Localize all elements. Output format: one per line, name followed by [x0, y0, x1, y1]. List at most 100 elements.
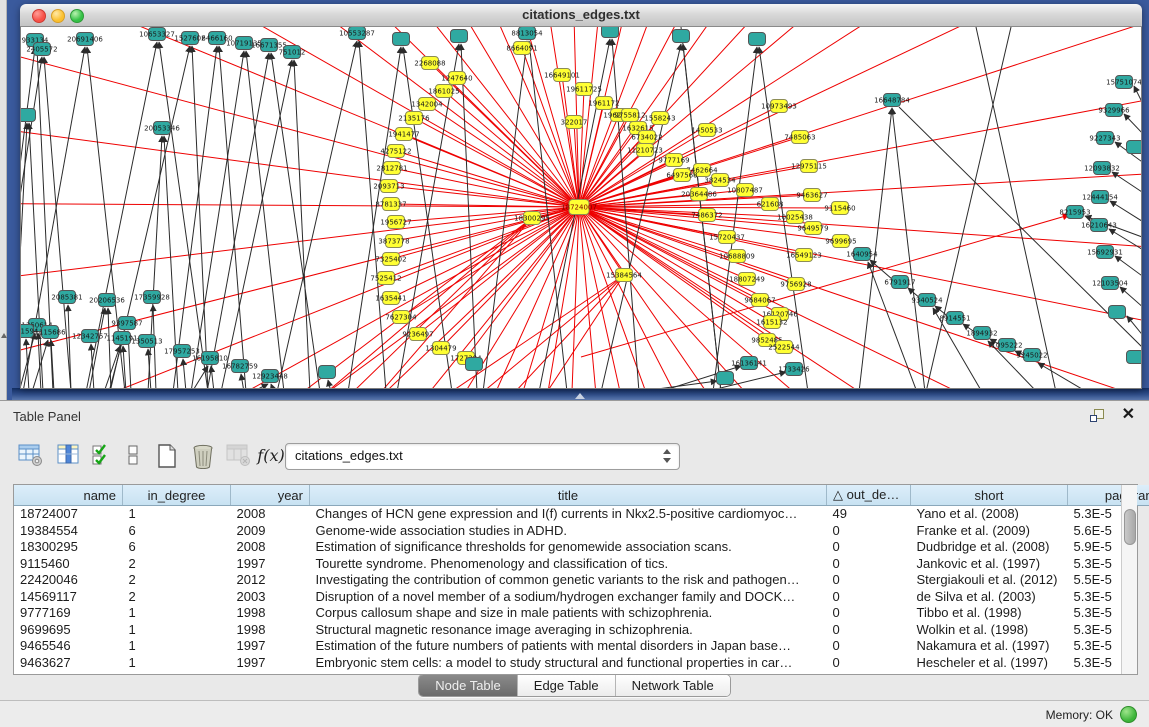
graph-node[interactable]	[21, 109, 36, 122]
table-row[interactable]: 969969511998Structural magnetic resonanc…	[14, 622, 1149, 639]
graph-node-label: 2405572	[26, 46, 57, 54]
graph-node[interactable]	[717, 372, 734, 385]
show-columns-button[interactable]	[54, 441, 84, 473]
graph-edge	[515, 275, 624, 388]
column-header-title[interactable]: title	[310, 485, 827, 506]
graph-node-label: 12444154	[1082, 194, 1118, 202]
graph-node[interactable]	[1127, 351, 1142, 364]
row-selection-button[interactable]	[88, 441, 118, 473]
graph-node-label: 20053346	[144, 125, 180, 133]
graph-node[interactable]	[451, 30, 468, 43]
graph-node-label: 16649101	[544, 72, 580, 80]
table-cell: Estimation of the future numbers of pati…	[310, 638, 827, 655]
scrollbar-thumb[interactable]	[1124, 509, 1136, 545]
graph-node-label: 16782759	[222, 363, 258, 371]
graph-node-label: 9699695	[825, 238, 856, 246]
graph-node[interactable]	[466, 358, 483, 371]
column-header-indegree[interactable]: in_degree	[123, 485, 231, 506]
table-cell: 1	[123, 605, 231, 622]
graph-node-label: 322017	[561, 119, 588, 127]
new-table-button[interactable]	[152, 441, 182, 473]
table-cell: 18300295	[14, 539, 123, 556]
graph-node-label: 2812781	[376, 165, 407, 173]
toggle-view-button[interactable]	[118, 441, 148, 473]
graph-edge	[389, 186, 579, 207]
graph-node[interactable]	[749, 33, 766, 46]
table-cell: 1	[123, 622, 231, 639]
graph-edge	[359, 41, 386, 388]
graph-edge	[40, 27, 579, 207]
table-cell: Estimation of significance thresholds fo…	[310, 539, 827, 556]
window-title: citations_edges.txt	[20, 7, 1142, 22]
table-panel-title: Table Panel	[13, 409, 81, 424]
graph-edge	[294, 60, 310, 388]
graph-edge	[21, 57, 42, 388]
collapse-arrow-icon[interactable]	[1, 333, 7, 338]
table-toolbar: f(x) citations_edges.txt	[0, 433, 1149, 481]
graph-node-label: 1095222	[991, 342, 1022, 350]
graph-node[interactable]	[1127, 141, 1142, 154]
citation-network-graph[interactable]: 2268088124764018610251342004213517619414…	[21, 27, 1141, 388]
table-options-button[interactable]	[16, 441, 46, 473]
table-cell: Nakamura et al. (1997)	[911, 638, 1068, 655]
column-header-name[interactable]: name	[14, 485, 123, 506]
graph-node-label: 18300295	[514, 215, 550, 223]
table-cell: Hescheler et al. (1997)	[911, 655, 1068, 672]
network-view-canvas[interactable]: 2268088124764018610251342004213517619414…	[20, 27, 1142, 389]
graph-edge	[451, 275, 624, 388]
column-header-outde[interactable]: △ out_de…	[827, 485, 911, 506]
tab-edge-table[interactable]: Edge Table	[518, 675, 616, 696]
network-window[interactable]: citations_edges.txt 22680881247640186102…	[20, 4, 1142, 388]
splitter-handle[interactable]	[575, 393, 585, 399]
graph-edge	[1115, 256, 1141, 278]
table-cell: 18724007	[14, 506, 123, 523]
table-cell: 9463627	[14, 655, 123, 672]
table-row[interactable]: 1456911722003Disruption of a novel membe…	[14, 589, 1149, 606]
table-row[interactable]: 946362711997Embryonic stem cells: a mode…	[14, 655, 1149, 672]
table-row[interactable]: 977716911998Corpus callosum shape and si…	[14, 605, 1149, 622]
graph-node-label: 6791917	[884, 279, 915, 287]
graph-node-label: 4275122	[380, 148, 411, 156]
table-cell: 9115460	[14, 556, 123, 573]
table-cell: Disruption of a novel member of a sodium…	[310, 589, 827, 606]
column-header-year[interactable]: year	[231, 485, 310, 506]
table-vertical-scrollbar[interactable]	[1121, 485, 1137, 674]
table-select-dropdown[interactable]: citations_edges.txt	[285, 443, 680, 470]
graph-edge	[159, 42, 208, 388]
table-row[interactable]: 1872400712008Changes of HCN gene express…	[14, 506, 1149, 523]
graph-node[interactable]	[393, 33, 410, 46]
graph-node-label: 6497568	[666, 172, 697, 180]
graph-node-label: 11210723	[627, 147, 663, 155]
close-panel-icon[interactable]: ✕	[1122, 406, 1135, 424]
table-cell: Tibbo et al. (1998)	[911, 605, 1068, 622]
delete-table-button[interactable]	[188, 441, 218, 473]
graph-node-label: 12975115	[791, 163, 827, 171]
table-row[interactable]: 911546021997Tourette syndrome. Phenomeno…	[14, 556, 1149, 573]
table-select-value: citations_edges.txt	[295, 448, 403, 463]
graph-node-label: 9397587	[111, 320, 142, 328]
table-row[interactable]: 2242004622012Investigating the contribut…	[14, 572, 1149, 589]
graph-node[interactable]	[319, 366, 336, 379]
graph-node[interactable]	[602, 27, 619, 38]
function-builder-button[interactable]: f(x)	[256, 441, 286, 473]
left-rail	[0, 0, 7, 400]
graph-edge	[207, 53, 269, 388]
table-row[interactable]: 946554611997Estimation of the future num…	[14, 638, 1149, 655]
tab-network-table[interactable]: Network Table	[616, 675, 730, 696]
table-row[interactable]: 1830029562008Estimation of significance …	[14, 539, 1149, 556]
tab-node-table[interactable]: Node Table	[419, 675, 518, 696]
table-cell: Investigating the contribution of common…	[310, 572, 827, 589]
table-row[interactable]: 1938455462009Genome-wide association stu…	[14, 523, 1149, 540]
graph-edge	[271, 384, 274, 388]
graph-node[interactable]	[1109, 306, 1126, 319]
graph-edge	[211, 366, 214, 388]
graph-node-label: 1961172	[588, 100, 619, 108]
graph-edge	[579, 207, 1141, 388]
node-table-grid[interactable]: namein_degreeyeartitle△ out_de…shortpage…	[14, 485, 1149, 671]
graph-node-label: 18807249	[729, 276, 765, 284]
table-cell: 2012	[231, 572, 310, 589]
column-header-short[interactable]: short	[911, 485, 1068, 506]
graph-node[interactable]	[673, 30, 690, 43]
float-panel-icon[interactable]	[1089, 408, 1105, 424]
network-window-titlebar[interactable]: citations_edges.txt	[20, 4, 1142, 27]
